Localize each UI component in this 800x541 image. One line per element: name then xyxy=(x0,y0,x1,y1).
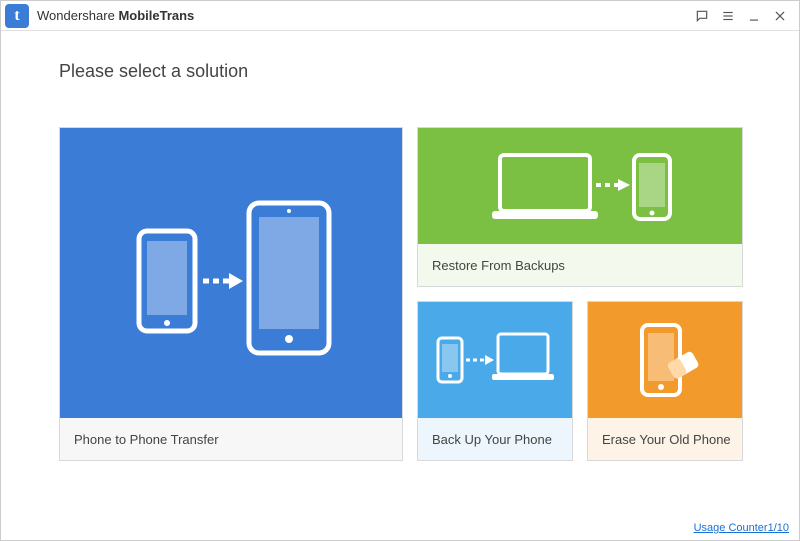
card-label: Back Up Your Phone xyxy=(418,418,572,460)
close-button[interactable] xyxy=(767,3,793,29)
restore-art xyxy=(418,128,742,244)
erase-art xyxy=(588,302,742,418)
phone-to-laptop-icon xyxy=(430,320,560,400)
close-icon xyxy=(773,9,787,23)
card-back-up-your-phone[interactable]: Back Up Your Phone xyxy=(417,301,573,461)
feedback-button[interactable] xyxy=(689,3,715,29)
menu-button[interactable] xyxy=(715,3,741,29)
card-label: Erase Your Old Phone xyxy=(588,418,742,460)
usage-counter-link[interactable]: Usage Counter1/10 xyxy=(694,522,789,534)
card-label: Phone to Phone Transfer xyxy=(60,418,402,460)
app-logo: t xyxy=(5,4,29,28)
page-heading: Please select a solution xyxy=(59,61,799,82)
app-brand: Wondershare xyxy=(37,8,115,23)
titlebar: t Wondershare MobileTrans xyxy=(1,1,799,31)
card-phone-to-phone-transfer[interactable]: Phone to Phone Transfer xyxy=(59,127,403,461)
laptop-to-phone-icon xyxy=(480,141,680,231)
phone-to-phone-icon xyxy=(121,183,341,363)
phone-eraser-icon xyxy=(620,315,710,405)
card-erase-your-old-phone[interactable]: Erase Your Old Phone xyxy=(587,301,743,461)
app-title: Wondershare MobileTrans xyxy=(37,8,194,23)
transfer-art xyxy=(60,128,402,418)
minimize-icon xyxy=(747,9,761,23)
solution-grid: Phone to Phone Transfer Restore From Bac… xyxy=(59,127,743,461)
minimize-button[interactable] xyxy=(741,3,767,29)
app-product: MobileTrans xyxy=(118,8,194,23)
hamburger-icon xyxy=(721,9,735,23)
card-label: Restore From Backups xyxy=(418,244,742,286)
backup-art xyxy=(418,302,572,418)
card-restore-from-backups[interactable]: Restore From Backups xyxy=(417,127,743,287)
speech-bubble-icon xyxy=(695,9,709,23)
